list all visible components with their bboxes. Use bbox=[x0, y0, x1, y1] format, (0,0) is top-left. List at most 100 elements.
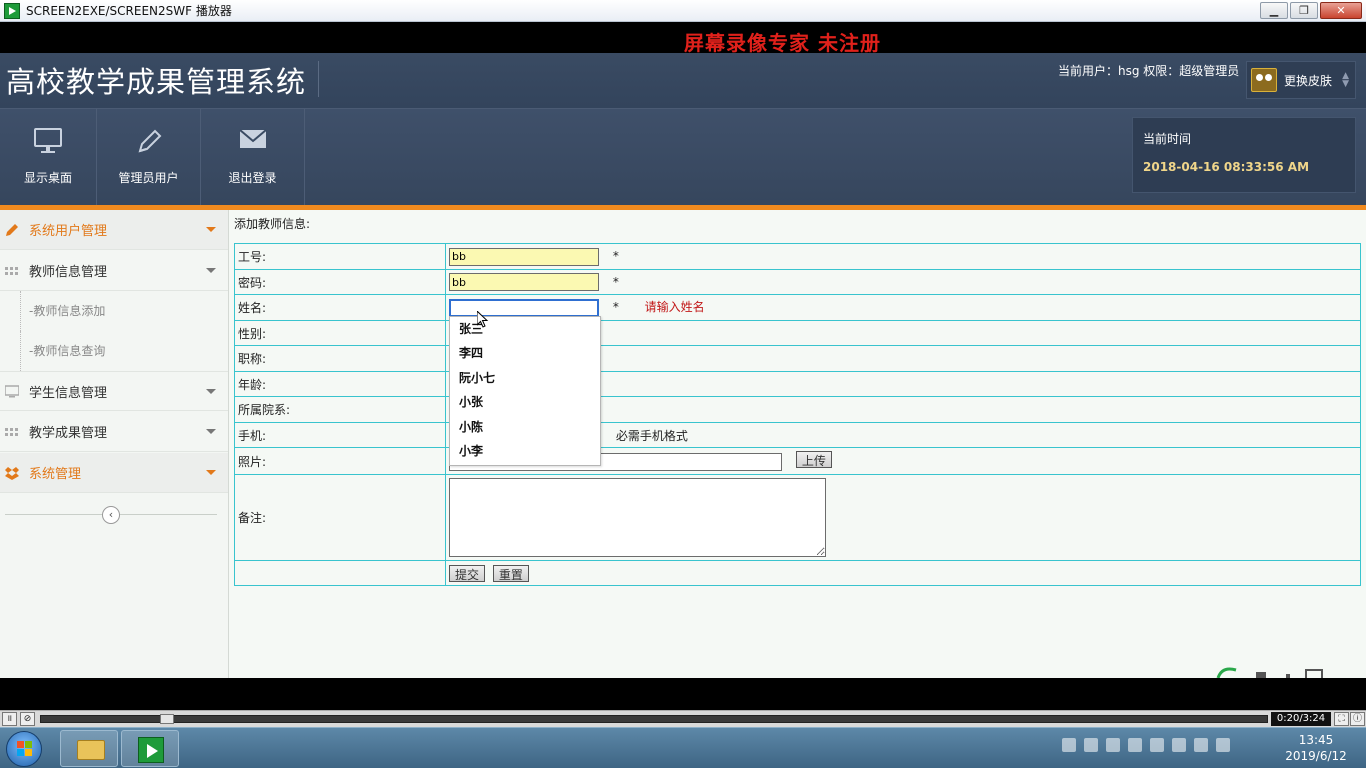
window-title: SCREEN2EXE/SCREEN2SWF 播放器 bbox=[26, 4, 232, 18]
close-button[interactable]: ✕ bbox=[1320, 2, 1362, 19]
player-control-bar: ॥ ⊘ 0:20/3:24 ⛶ ⓘ bbox=[0, 710, 1366, 727]
teacher-form-table: 工号: * 密码: * 姓名: * 请输入姓名 bbox=[234, 243, 1361, 586]
sidebar-item-label: 学生信息管理 bbox=[29, 385, 108, 401]
reset-button[interactable]: 重置 bbox=[492, 564, 529, 582]
stop-button[interactable]: ⊘ bbox=[20, 712, 35, 726]
form-row-title: 职称: bbox=[234, 345, 1361, 372]
change-skin-label: 更换皮肤 bbox=[1284, 74, 1333, 88]
monitor-icon bbox=[34, 128, 62, 153]
phone-label: 手机: bbox=[234, 422, 446, 448]
phone-hint: 必需手机格式 bbox=[615, 428, 688, 443]
sidebar-item-system-users[interactable]: 系统用户管理 bbox=[0, 210, 228, 250]
id-cell: * bbox=[445, 243, 1361, 270]
sidebar-item-teacher-info[interactable]: 教师信息管理 bbox=[0, 251, 228, 291]
password-label: 密码: bbox=[234, 269, 446, 295]
grid-icon bbox=[5, 427, 18, 436]
autocomplete-option[interactable]: 小陈 bbox=[450, 415, 600, 439]
autocomplete-option[interactable]: 张三 bbox=[450, 317, 600, 341]
name-label: 姓名: bbox=[234, 294, 446, 321]
playback-progress-track[interactable] bbox=[40, 714, 1268, 724]
actions-cell: 提交 重置 bbox=[445, 560, 1361, 586]
header-divider bbox=[318, 61, 319, 97]
remark-textarea[interactable] bbox=[449, 478, 826, 557]
form-row-department: 所属院系: bbox=[234, 396, 1361, 423]
gender-label: 性别: bbox=[234, 320, 446, 346]
required-mark: * bbox=[612, 274, 619, 289]
current-time-panel: 当前时间 2018-04-16 08:33:56 AM bbox=[1132, 117, 1356, 193]
form-row-phone: 手机: 必需手机格式 bbox=[234, 422, 1361, 448]
sidebar-item-label: 教师信息管理 bbox=[29, 265, 108, 280]
window-controls: ▁ ❐ ✕ bbox=[1258, 2, 1362, 19]
id-label: 工号: bbox=[234, 243, 446, 270]
show-desktop-button[interactable]: 显示桌面 bbox=[0, 109, 97, 206]
name-autocomplete-dropdown: 张三 李四 阮小七 小张 小陈 小李 bbox=[449, 316, 601, 466]
sidebar-item-label: 教学成果管理 bbox=[29, 426, 108, 441]
sidebar-collapse-button[interactable]: ‹ bbox=[102, 506, 120, 524]
age-label: 年龄: bbox=[234, 371, 446, 397]
teacher-id-input[interactable] bbox=[449, 247, 599, 266]
admin-user-label: 管理员用户 bbox=[118, 171, 179, 185]
password-input[interactable] bbox=[449, 273, 599, 291]
app-body: 系统用户管理 教师信息管理 -教师信息添加 -教师信息查询 学生信息管理 教学成… bbox=[0, 210, 1366, 680]
network-icon[interactable] bbox=[1106, 737, 1120, 752]
password-cell: * bbox=[445, 269, 1361, 295]
autocomplete-option[interactable]: 阮小七 bbox=[450, 366, 600, 390]
autocomplete-option[interactable]: 小李 bbox=[450, 439, 600, 463]
autocomplete-option[interactable]: 小张 bbox=[450, 390, 600, 414]
keyboard-icon[interactable] bbox=[1062, 737, 1076, 752]
pencil-icon bbox=[6, 223, 18, 236]
admin-user-button[interactable]: 管理员用户 bbox=[97, 109, 201, 206]
sidebar-item-system-management[interactable]: 系统管理 bbox=[0, 453, 228, 493]
sidebar-item-label: 系统用户管理 bbox=[29, 224, 108, 239]
player-letterbox bbox=[0, 678, 1366, 710]
name-input[interactable] bbox=[449, 298, 599, 317]
taskbar-player-button[interactable] bbox=[121, 730, 179, 767]
grid-icon bbox=[5, 266, 18, 275]
minimize-button[interactable]: ▁ bbox=[1260, 2, 1288, 19]
current-user-info: 当前用户：hsg 权限：超级管理员 bbox=[1058, 64, 1240, 78]
form-row-name: 姓名: * 请输入姓名 bbox=[234, 294, 1361, 321]
sidebar-subitem-label: 教师信息查询 bbox=[33, 344, 106, 358]
pencil-icon bbox=[138, 129, 161, 153]
help-icon[interactable] bbox=[1084, 737, 1098, 752]
playback-progress-thumb[interactable] bbox=[159, 714, 174, 724]
required-mark: * bbox=[612, 249, 619, 263]
remark-label: 备注: bbox=[234, 474, 446, 561]
sidebar-subitem-teacher-query[interactable]: -教师信息查询 bbox=[20, 331, 220, 371]
change-skin-control[interactable]: 更换皮肤 ▲ ▼ bbox=[1246, 61, 1356, 99]
info-button[interactable]: ⓘ bbox=[1350, 712, 1365, 726]
volume-icon[interactable] bbox=[1194, 737, 1208, 752]
actions-label bbox=[234, 560, 446, 586]
flag-icon[interactable] bbox=[1172, 737, 1186, 752]
signal-icon[interactable] bbox=[1216, 737, 1230, 752]
sidebar-item-student-info[interactable]: 学生信息管理 bbox=[0, 371, 228, 411]
show-desktop-label: 显示桌面 bbox=[23, 171, 72, 185]
envelope-icon bbox=[238, 129, 267, 148]
fullscreen-button[interactable]: ⛶ bbox=[1334, 712, 1349, 726]
pause-button[interactable]: ॥ bbox=[2, 712, 17, 726]
form-row-id: 工号: * bbox=[234, 243, 1361, 270]
current-time-label: 当前时间 bbox=[1143, 132, 1192, 146]
maximize-button[interactable]: ❐ bbox=[1290, 2, 1318, 19]
dropbox-icon bbox=[5, 466, 19, 480]
chevron-down-icon bbox=[206, 389, 216, 394]
system-tray bbox=[1062, 737, 1272, 759]
sidebar-subitem-teacher-add[interactable]: -教师信息添加 bbox=[20, 291, 220, 331]
taskbar-explorer-button[interactable] bbox=[60, 730, 118, 767]
form-row-photo: 照片: 上传 bbox=[234, 447, 1361, 475]
playback-time: 0:20/3:24 bbox=[1271, 712, 1331, 726]
taskbar-clock[interactable]: 13:45 2019/6/12 bbox=[1280, 732, 1352, 764]
app-header: 高校教学成果管理系统 当前用户：hsg 权限：超级管理员 更换皮肤 ▲ ▼ bbox=[0, 53, 1366, 108]
start-button[interactable] bbox=[6, 731, 42, 767]
security-icon[interactable] bbox=[1150, 737, 1164, 752]
submit-button[interactable]: 提交 bbox=[449, 564, 486, 582]
show-hidden-icons-icon[interactable] bbox=[1128, 737, 1142, 752]
sidebar-item-teaching-achievements[interactable]: 教学成果管理 bbox=[0, 412, 228, 452]
windows-taskbar: 13:45 2019/6/12 bbox=[0, 727, 1366, 768]
player-app-icon bbox=[4, 2, 20, 19]
autocomplete-option[interactable]: 李四 bbox=[450, 341, 600, 365]
page-title: 添加教师信息: bbox=[234, 217, 311, 231]
logout-button[interactable]: 退出登录 bbox=[201, 109, 305, 206]
player-app-icon bbox=[138, 737, 164, 763]
upload-button[interactable]: 上传 bbox=[795, 451, 832, 469]
